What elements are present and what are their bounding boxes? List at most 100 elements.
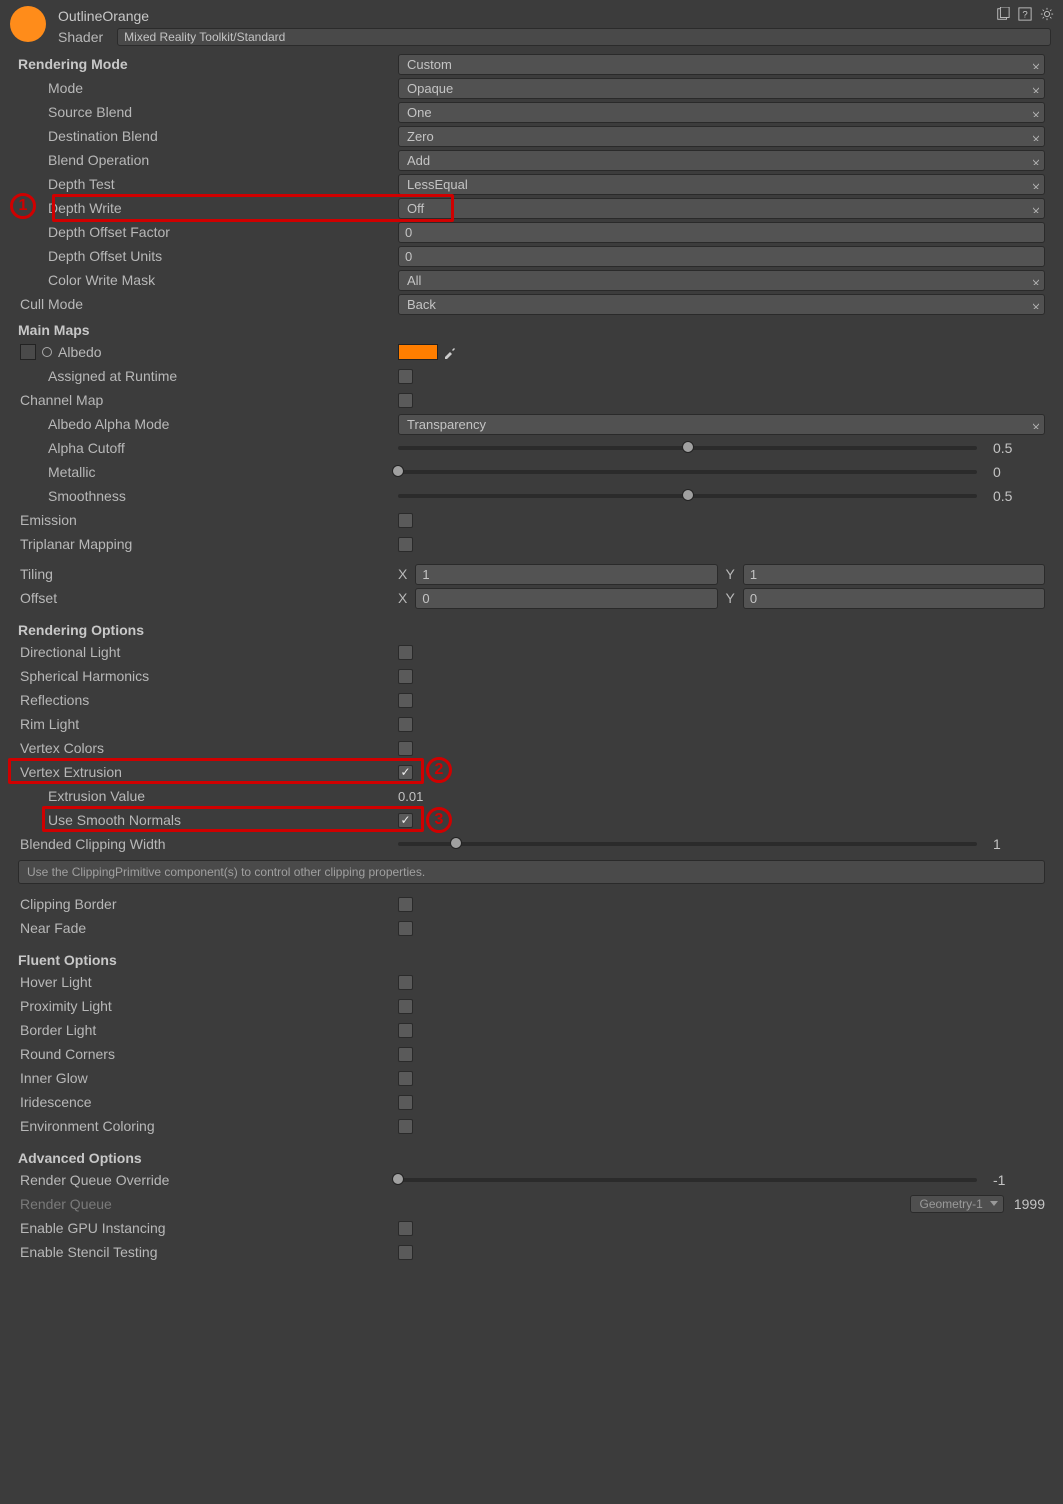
render-queue-override-value[interactable]: -1 [989,1172,1045,1188]
triplanar-mapping-label: Triplanar Mapping [18,536,398,552]
hover-light-checkbox[interactable] [398,975,413,990]
render-queue-dropdown[interactable]: Geometry-1 [910,1195,1003,1213]
mode-dropdown[interactable]: Opaque [398,78,1045,99]
environment-coloring-checkbox[interactable] [398,1119,413,1134]
shader-value: Mixed Reality Toolkit/Standard [124,30,285,44]
render-queue-override-label: Render Queue Override [18,1172,398,1188]
color-write-mask-dropdown[interactable]: All [398,270,1045,291]
offset-x-label: X [398,590,407,606]
triplanar-mapping-checkbox[interactable] [398,537,413,552]
smoothness-value[interactable]: 0.5 [989,488,1045,504]
depth-test-value: LessEqual [407,177,468,192]
clipping-border-label: Clipping Border [18,896,398,912]
alpha-cutoff-value[interactable]: 0.5 [989,440,1045,456]
albedo-texture-slot[interactable] [20,344,36,360]
alpha-cutoff-slider[interactable] [398,446,977,450]
iridescence-checkbox[interactable] [398,1095,413,1110]
tiling-y-label: Y [726,566,735,582]
rim-light-label: Rim Light [18,716,398,732]
render-queue-dropdown-value: Geometry-1 [919,1197,982,1211]
tiling-x-label: X [398,566,407,582]
inner-glow-checkbox[interactable] [398,1071,413,1086]
hover-light-label: Hover Light [18,974,398,990]
use-smooth-normals-checkbox[interactable] [398,813,413,828]
rim-light-checkbox[interactable] [398,717,413,732]
enable-stencil-testing-checkbox[interactable] [398,1245,413,1260]
gear-icon[interactable] [1039,6,1055,22]
reflections-checkbox[interactable] [398,693,413,708]
spherical-harmonics-label: Spherical Harmonics [18,668,398,684]
emission-label: Emission [18,512,398,528]
assigned-at-runtime-checkbox[interactable] [398,369,413,384]
cull-mode-dropdown[interactable]: Back [398,294,1045,315]
smoothness-slider[interactable] [398,494,977,498]
emission-checkbox[interactable] [398,513,413,528]
iridescence-label: Iridescence [18,1094,398,1110]
near-fade-checkbox[interactable] [398,921,413,936]
depth-offset-factor-input[interactable]: 0 [398,222,1045,243]
rendering-mode-dropdown[interactable]: Custom [398,54,1045,75]
destination-blend-dropdown[interactable]: Zero [398,126,1045,147]
channel-map-label: Channel Map [18,392,398,408]
advanced-options-header: Advanced Options [18,1144,1045,1168]
round-corners-checkbox[interactable] [398,1047,413,1062]
blend-operation-dropdown[interactable]: Add [398,150,1045,171]
extrusion-value[interactable]: 0.01 [398,789,423,804]
metallic-value[interactable]: 0 [989,464,1045,480]
depth-write-value: Off [407,201,424,216]
tiling-y-input[interactable]: 1 [743,564,1045,585]
blended-clipping-width-value[interactable]: 1 [989,836,1045,852]
proximity-light-checkbox[interactable] [398,999,413,1014]
shader-dropdown[interactable]: Mixed Reality Toolkit/Standard [117,28,1051,46]
border-light-checkbox[interactable] [398,1023,413,1038]
reflections-label: Reflections [18,692,398,708]
depth-offset-units-input[interactable]: 0 [398,246,1045,267]
source-blend-label: Source Blend [18,104,398,120]
depth-offset-factor-value: 0 [405,225,412,240]
blend-operation-value: Add [407,153,430,168]
material-name: OutlineOrange [58,6,1053,24]
source-blend-dropdown[interactable]: One [398,102,1045,123]
depth-test-label: Depth Test [18,176,398,192]
alpha-cutoff-label: Alpha Cutoff [18,440,398,456]
blended-clipping-width-slider[interactable] [398,842,977,846]
albedo-alpha-mode-label: Albedo Alpha Mode [18,416,398,432]
depth-offset-units-value: 0 [405,249,412,264]
depth-offset-units-label: Depth Offset Units [18,248,398,264]
enable-gpu-instancing-checkbox[interactable] [398,1221,413,1236]
near-fade-label: Near Fade [18,920,398,936]
preset-icon[interactable] [995,6,1011,22]
depth-offset-factor-label: Depth Offset Factor [18,224,398,240]
albedo-alpha-mode-value: Transparency [407,417,486,432]
eyedropper-icon[interactable] [442,344,458,360]
color-write-mask-label: Color Write Mask [18,272,398,288]
border-light-label: Border Light [18,1022,398,1038]
vertex-colors-label: Vertex Colors [18,740,398,756]
destination-blend-label: Destination Blend [18,128,398,144]
tiling-x-input[interactable]: 1 [415,564,717,585]
clipping-border-checkbox[interactable] [398,897,413,912]
metallic-label: Metallic [18,464,398,480]
environment-coloring-label: Environment Coloring [18,1118,398,1134]
tiling-y-value: 1 [750,567,757,582]
albedo-color-swatch[interactable] [398,344,438,360]
spherical-harmonics-checkbox[interactable] [398,669,413,684]
enable-stencil-testing-label: Enable Stencil Testing [18,1244,398,1260]
svg-text:?: ? [1022,10,1027,21]
depth-test-dropdown[interactable]: LessEqual [398,174,1045,195]
channel-map-checkbox[interactable] [398,393,413,408]
vertex-extrusion-checkbox[interactable] [398,765,413,780]
offset-x-input[interactable]: 0 [415,588,717,609]
inner-glow-label: Inner Glow [18,1070,398,1086]
directional-light-checkbox[interactable] [398,645,413,660]
help-icon[interactable]: ? [1017,6,1033,22]
vertex-colors-checkbox[interactable] [398,741,413,756]
albedo-alpha-mode-dropdown[interactable]: Transparency [398,414,1045,435]
assigned-at-runtime-label: Assigned at Runtime [18,368,398,384]
depth-write-dropdown-left[interactable]: Off [398,198,1045,219]
albedo-texture-picker-icon[interactable] [42,347,52,357]
render-queue-override-slider[interactable] [398,1178,977,1182]
metallic-slider[interactable] [398,470,977,474]
cull-mode-label: Cull Mode [18,296,398,312]
offset-y-input[interactable]: 0 [743,588,1045,609]
